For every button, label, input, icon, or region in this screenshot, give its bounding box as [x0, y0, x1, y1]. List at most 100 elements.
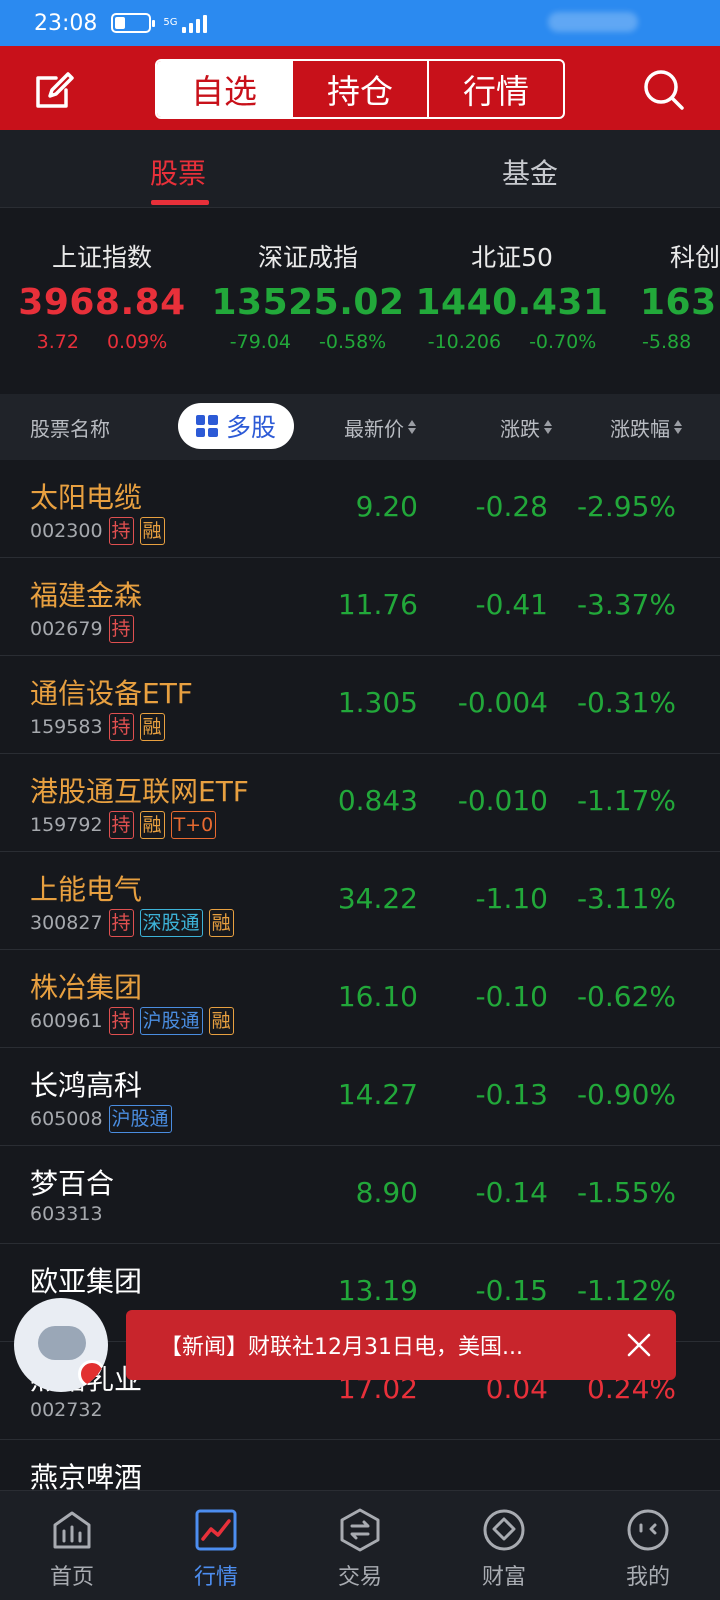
stock-tag-badge: 融 — [208, 1007, 234, 1035]
tab-trade[interactable]: 交易 — [288, 1491, 432, 1600]
stock-name: 福建金森 — [30, 579, 143, 612]
wealth-icon — [483, 1509, 525, 1551]
stock-price: 13.19 — [337, 1274, 418, 1307]
stock-change: -0.004 — [457, 686, 548, 719]
tab-home[interactable]: 首页 — [0, 1491, 144, 1600]
stock-change-pct: -1.55% — [576, 1176, 676, 1209]
active-tab-indicator — [151, 200, 209, 205]
column-name: 股票名称 — [30, 416, 110, 441]
stock-code: 002732 — [30, 1399, 103, 1421]
stock-row[interactable]: 梦百合 603313 8.90 -0.14 -1.55% — [0, 1146, 720, 1244]
stock-code: 159583 — [30, 716, 103, 738]
stock-code: 002679 — [30, 618, 103, 640]
index-card[interactable]: 上证指数 3968.84 3.72 0.09% — [2, 238, 202, 353]
main-tab-switcher: 自选 持仓 行情 — [155, 59, 565, 119]
stock-change: -0.14 — [475, 1176, 548, 1209]
stock-row[interactable]: 太阳电缆 002300 持融 9.20 -0.28 -2.95% — [0, 460, 720, 558]
sort-change[interactable]: 涨跌 — [500, 413, 552, 442]
column-price: 最新价 — [344, 416, 404, 441]
sort-pct[interactable]: 涨跌幅 — [610, 413, 682, 442]
stock-change: -0.41 — [475, 588, 548, 621]
stock-tag-badge: 沪股通 — [139, 1007, 203, 1035]
stock-code-line: 605008 沪股通 — [30, 1105, 172, 1133]
trade-icon — [340, 1508, 380, 1552]
sort-icon — [408, 420, 416, 434]
tab-watchlist[interactable]: 自选 — [157, 61, 291, 117]
close-icon[interactable] — [626, 1332, 652, 1358]
stock-row[interactable]: 上能电气 300827 持深股通融 34.22 -1.10 -3.11% — [0, 852, 720, 950]
tab-quotes-label: 行情 — [193, 1565, 238, 1590]
assistant-avatar[interactable] — [14, 1298, 108, 1392]
sort-price[interactable]: 最新价 — [344, 413, 416, 442]
stock-change-pct: -0.90% — [576, 1078, 676, 1111]
stock-code-line: 159583 持融 — [30, 713, 165, 741]
index-value: 163 — [640, 282, 717, 323]
stock-price: 1.305 — [337, 686, 418, 719]
asset-type-tabs: 股票 基金 — [0, 130, 720, 208]
tab-market[interactable]: 行情 — [427, 61, 563, 117]
multi-stock-button[interactable]: 多股 — [178, 403, 294, 449]
stock-tag-badge: 融 — [139, 811, 165, 839]
tab-funds[interactable]: 基金 — [502, 152, 558, 192]
stock-price: 0.843 — [337, 784, 418, 817]
list-header: 股票名称 多股 最新价 涨跌 涨跌幅 — [0, 394, 720, 460]
index-pct: -0.70% — [529, 331, 597, 353]
stock-tag-badge: 持 — [108, 909, 134, 937]
stock-code-line: 159792 持融 T+0 — [30, 811, 217, 839]
stock-code-line: 300827 持深股通融 — [30, 909, 234, 937]
status-blurred-area — [548, 12, 638, 32]
stock-name: 通信设备ETF — [30, 677, 193, 710]
stock-name: 梦百合 — [30, 1167, 115, 1200]
tab-quotes[interactable]: 行情 — [144, 1491, 288, 1600]
index-name: 科创 — [670, 243, 720, 272]
index-name: 上证指数 — [51, 243, 152, 272]
stock-tag-badge: 深股通 — [139, 909, 203, 937]
stock-row[interactable]: 福建金森 002679 持 11.76 -0.41 -3.37% — [0, 558, 720, 656]
stock-tag-badge: 持 — [108, 811, 134, 839]
stock-row[interactable]: 株冶集团 600961 持沪股通融 16.10 -0.10 -0.62% — [0, 950, 720, 1048]
signal-icon — [181, 13, 207, 33]
index-change: -5.88 — [642, 331, 692, 353]
stock-row[interactable]: 港股通互联网ETF 159792 持融 T+0 0.843 -0.010 -1.17% — [0, 754, 720, 852]
column-change: 涨跌 — [500, 416, 540, 441]
home-icon — [53, 1511, 91, 1549]
sort-icon — [674, 420, 682, 434]
tab-stocks[interactable]: 股票 — [150, 152, 206, 192]
index-strip[interactable]: 上证指数 3968.84 3.72 0.09% 深证成指 13525.02 -79… — [0, 208, 720, 394]
astronaut-icon — [38, 1326, 86, 1360]
tab-trade-label: 交易 — [337, 1565, 382, 1590]
battery-icon — [111, 13, 156, 33]
index-card[interactable]: 深证成指 13525.02 -79.04 -0.58% — [208, 238, 408, 353]
grid-icon — [195, 415, 218, 437]
index-name: 深证成指 — [257, 243, 358, 272]
tab-positions[interactable]: 持仓 — [291, 61, 427, 117]
stock-code: 300827 — [30, 912, 103, 934]
stock-code-line: 002732 — [30, 1399, 103, 1421]
stock-tag-badge: 融 — [139, 713, 165, 741]
network-label: 5G — [163, 17, 178, 28]
index-card[interactable]: 科创 163 -5.88 — [598, 238, 720, 353]
tab-wealth[interactable]: 财富 — [432, 1491, 576, 1600]
news-toast[interactable]: 【新闻】财联社12月31日电，美国... — [126, 1310, 676, 1380]
stock-code: 600961 — [30, 1010, 103, 1032]
stock-price: 14.27 — [337, 1078, 418, 1111]
stock-change: -0.28 — [475, 490, 548, 523]
index-pct: -0.58% — [319, 331, 387, 353]
stock-row[interactable]: 长鸿高科 605008 沪股通 14.27 -0.13 -0.90% — [0, 1048, 720, 1146]
search-icon[interactable] — [640, 66, 686, 112]
stock-tag-badge: 融 — [208, 909, 234, 937]
tab-profile[interactable]: 我的 — [576, 1491, 720, 1600]
stock-price: 11.76 — [337, 588, 418, 621]
news-toast-text: 【新闻】财联社12月31日电，美国... — [160, 1335, 523, 1360]
bottom-tab-bar: 首页 行情 交易 财富 我的 — [0, 1490, 720, 1600]
status-time: 23:08 — [34, 10, 98, 36]
stock-name: 欧亚集团 — [30, 1265, 143, 1298]
edit-icon[interactable] — [30, 66, 78, 114]
index-name: 北证50 — [471, 243, 553, 272]
stock-tag-badge: 持 — [108, 713, 134, 741]
chart-icon — [195, 1509, 237, 1551]
stock-price: 9.20 — [355, 490, 418, 523]
index-card[interactable]: 北证50 1440.431 -10.206 -0.70% — [412, 238, 612, 353]
stock-row[interactable]: 通信设备ETF 159583 持融 1.305 -0.004 -0.31% — [0, 656, 720, 754]
stock-change: -0.010 — [457, 784, 548, 817]
